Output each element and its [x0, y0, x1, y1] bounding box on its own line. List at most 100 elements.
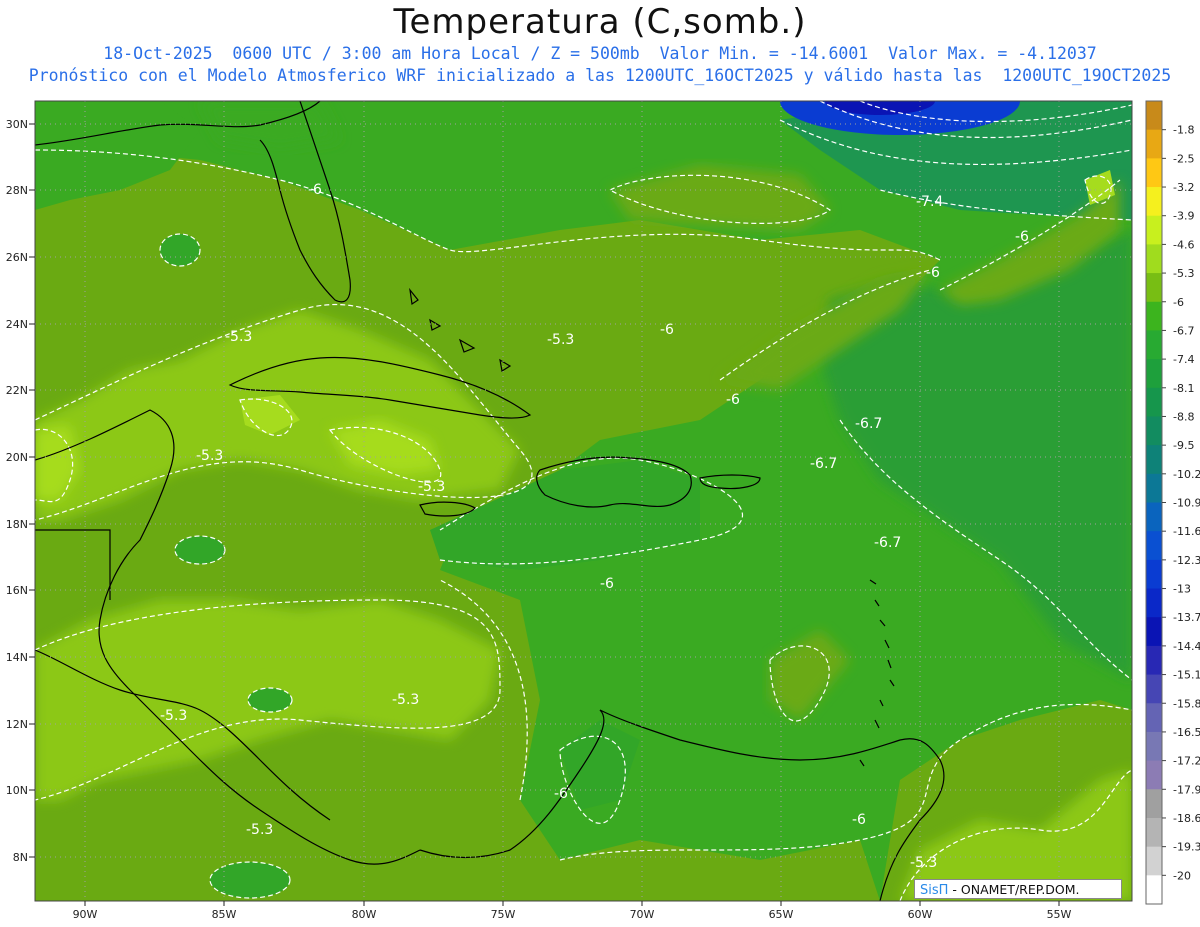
colorbar-swatch: [1146, 187, 1162, 217]
colorbar-swatch: [1146, 645, 1162, 676]
colorbar-swatch: [1146, 531, 1162, 561]
contour-label: -6: [600, 576, 614, 592]
lat-label: 10N: [6, 784, 28, 797]
lon-axis: 90W 85W 80W 75W 70W 65W 60W 55W: [73, 908, 1072, 921]
lon-label: 65W: [769, 908, 794, 921]
credit-text: - ONAMET/REP.DOM.: [948, 882, 1080, 897]
lon-label: 70W: [630, 908, 655, 921]
colorbar-swatch: [1146, 731, 1162, 762]
lat-axis: 30N 28N 26N 24N 22N 20N 18N 16N 14N 12N …: [6, 118, 28, 864]
temperature-map: -6 -7.4 -6 -6 -5.3 -5.3 -6 -6 -6.7 -5.3 …: [6, 100, 1200, 921]
contour-label: -6: [308, 182, 322, 198]
contour-label: -5.3: [225, 329, 252, 345]
contour-label: -5.3: [910, 855, 937, 871]
lon-ticks: [84, 901, 1060, 906]
contour-label: -5.3: [160, 708, 187, 724]
colorbar-swatch: [1146, 416, 1162, 446]
lat-label: 24N: [6, 318, 28, 331]
shaded-field: [35, 101, 1132, 901]
contour-label: -6: [554, 786, 568, 802]
colorbar-label: -16.5: [1173, 726, 1200, 739]
colorbar-label: -13: [1173, 583, 1191, 596]
sispi-logo: SisΠ: [920, 883, 949, 898]
contour-label: -5.3: [392, 692, 419, 708]
lon-label: 60W: [908, 908, 933, 921]
colorbar-label: -7.4: [1173, 353, 1194, 366]
contour-label: -6: [660, 322, 674, 338]
contour-label: -5.3: [418, 479, 445, 495]
lat-label: 14N: [6, 651, 28, 664]
lat-label: 8N: [13, 851, 28, 864]
colorbar-swatch: [1146, 760, 1162, 790]
colorbar-swatch: [1146, 273, 1162, 303]
contour-label: -6.7: [855, 416, 882, 432]
contour-label: -5.3: [196, 448, 223, 464]
colorbar-label: -19.3: [1173, 841, 1200, 854]
contour-label: -6: [1015, 229, 1029, 245]
colorbar-swatch: [1146, 387, 1162, 417]
colorbar-label: -12.3: [1173, 554, 1200, 567]
credit-box: SisΠ - ONAMET/REP.DOM.: [914, 879, 1122, 899]
contour-label: -6.7: [874, 535, 901, 551]
colorbar-label: -6: [1173, 296, 1184, 309]
colorbar-label: -5.3: [1173, 267, 1194, 280]
colorbar: -1.8 -2.5 -3.2 -3.9 -4.6 -5.3 -6 -6.7 -7.4 -8.1 -8…: [1145, 100, 1200, 905]
lat-label: 28N: [6, 184, 28, 197]
lat-label: 22N: [6, 384, 28, 397]
contour-label: -6: [926, 265, 940, 281]
colorbar-swatch: [1146, 158, 1162, 188]
contour-label: -5.3: [246, 822, 273, 838]
colorbar-label: -8.8: [1173, 410, 1194, 423]
colorbar-swatch: [1146, 359, 1162, 389]
colorbar-swatch: [1146, 473, 1162, 503]
colorbar-swatch: [1146, 559, 1162, 590]
lat-label: 16N: [6, 584, 28, 597]
colorbar-swatch: [1146, 617, 1162, 647]
contour-label: -5.3: [547, 332, 574, 348]
colorbar-label: -8.1: [1173, 382, 1194, 395]
colorbar-label: -1.8: [1173, 124, 1194, 137]
colorbar-swatch: [1146, 674, 1162, 704]
colorbar-label: -4.6: [1173, 238, 1194, 251]
colorbar-label: -9.5: [1173, 439, 1194, 452]
lon-label: 75W: [491, 908, 516, 921]
lon-label: 80W: [352, 908, 377, 921]
colorbar-label: -15.1: [1173, 669, 1200, 682]
lat-label: 20N: [6, 451, 28, 464]
colorbar-label: -14.4: [1173, 640, 1200, 653]
colorbar-label: -3.9: [1173, 210, 1194, 223]
colorbar-swatch: [1146, 789, 1162, 819]
colorbar-label: -6.7: [1173, 324, 1194, 337]
colorbar-swatch: [1146, 875, 1162, 905]
colorbar-swatch: [1146, 129, 1162, 159]
colorbar-swatch: [1146, 817, 1162, 848]
colorbar-swatch: [1146, 846, 1162, 876]
colorbar-label: -13.7: [1173, 611, 1200, 624]
colorbar-label: -11.6: [1173, 525, 1200, 538]
colorbar-label: -17.2: [1173, 755, 1200, 768]
lat-label: 12N: [6, 718, 28, 731]
colorbar-label: -3.2: [1173, 181, 1194, 194]
colorbar-swatch: [1146, 330, 1162, 360]
colorbar-swatch: [1146, 588, 1162, 618]
lat-label: 30N: [6, 118, 28, 131]
lon-label: 55W: [1047, 908, 1072, 921]
colorbar-swatch: [1146, 502, 1162, 532]
colorbar-label: -10.2: [1173, 468, 1200, 481]
colorbar-swatch: [1146, 244, 1162, 274]
colorbar-label: -18.6: [1173, 812, 1200, 825]
lat-label: 26N: [6, 251, 28, 264]
colorbar-swatch: [1146, 703, 1162, 733]
lat-label: 18N: [6, 518, 28, 531]
contour-label: -6: [726, 392, 740, 408]
colorbar-swatch: [1146, 445, 1162, 475]
colorbar-label: -15.8: [1173, 697, 1200, 710]
colorbar-label: -2.5: [1173, 152, 1194, 165]
colorbar-label: -20: [1173, 869, 1191, 882]
contour-label: -6.7: [810, 456, 837, 472]
colorbar-swatch: [1146, 101, 1162, 131]
colorbar-label: -17.9: [1173, 783, 1200, 796]
contour-label: -6: [852, 812, 866, 828]
lon-label: 85W: [212, 908, 237, 921]
colorbar-swatch: [1146, 301, 1162, 331]
